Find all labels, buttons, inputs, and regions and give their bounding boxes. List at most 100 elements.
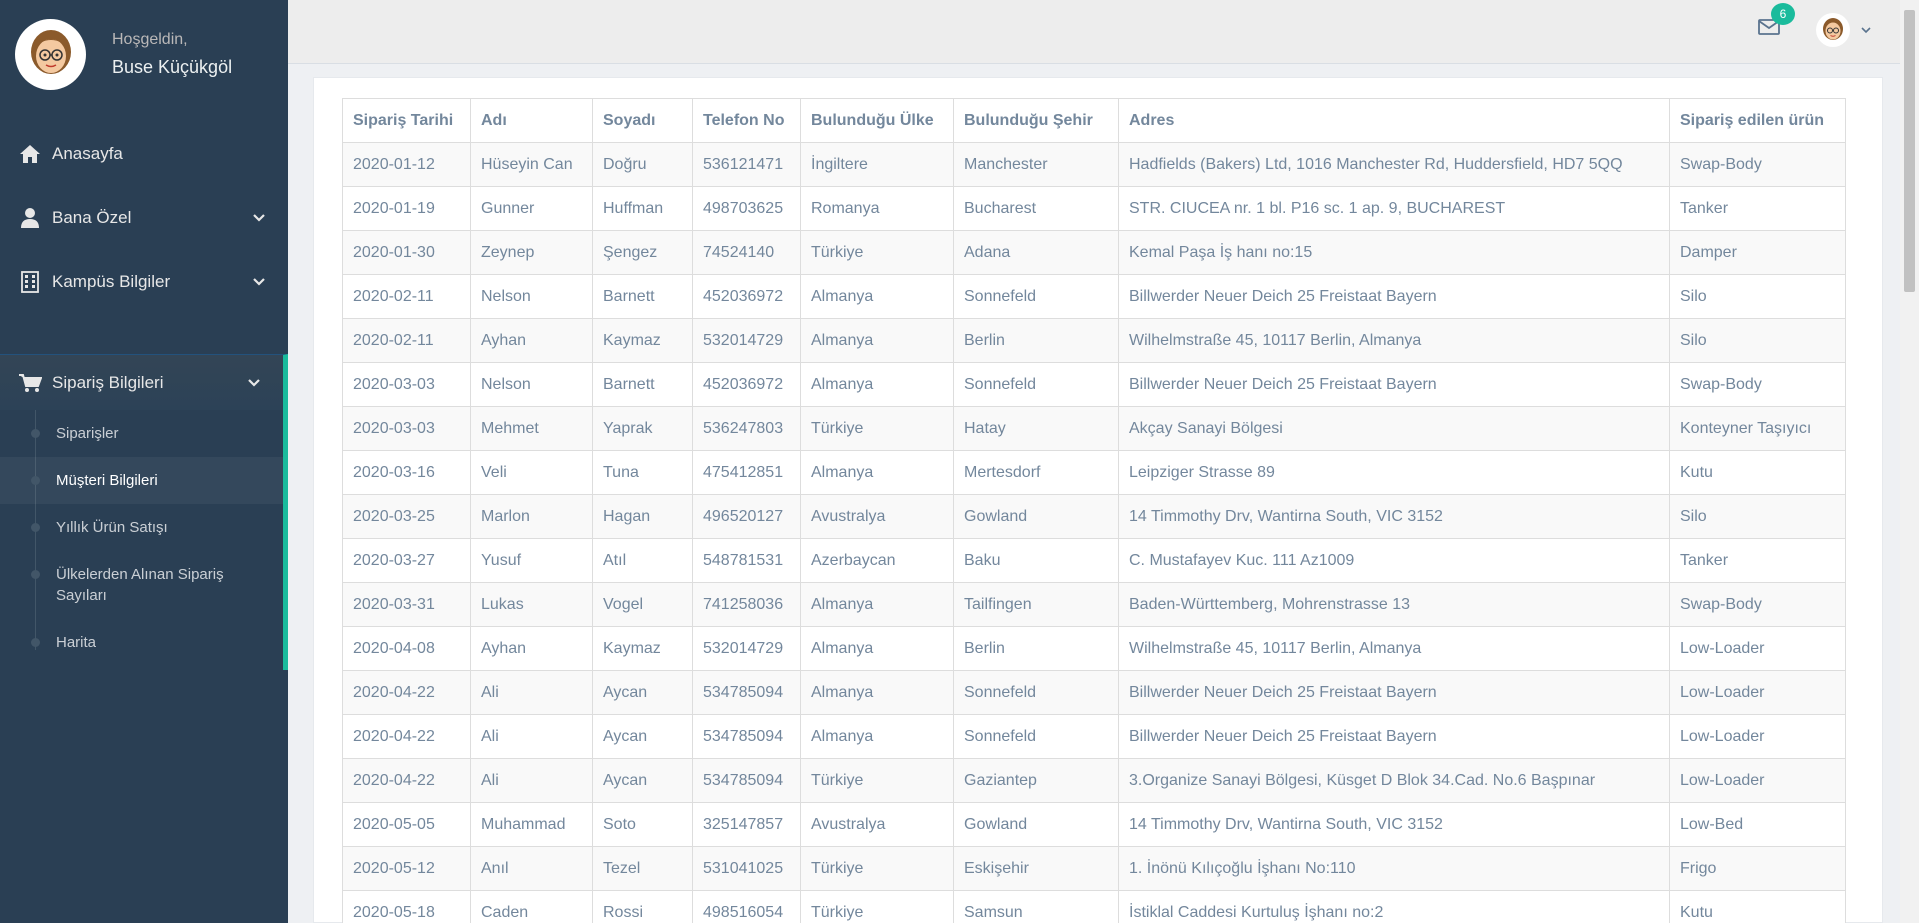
cell-last-name: Soto [592, 802, 693, 847]
table-row: 2020-03-25 Marlon Hagan 496520127 Avustralya… [342, 494, 1846, 539]
cell-last-name: Huffman [592, 186, 693, 231]
cell-phone: 452036972 [692, 274, 801, 319]
cell-phone: 536121471 [692, 142, 801, 187]
content-panel: Sipariş Tarihi Adı Soyadı Telefon No Bul… [313, 77, 1883, 923]
cell-last-name: Hagan [592, 494, 693, 539]
cell-address: 3.Organize Sanayi Bölgesi, Küsget D Blok… [1118, 758, 1670, 803]
column-header-order-date[interactable]: Sipariş Tarihi [342, 98, 471, 143]
column-header-city[interactable]: Bulunduğu Şehir [953, 98, 1119, 143]
cell-address: Wilhelmstraße 45, 10117 Berlin, Almanya [1118, 318, 1670, 363]
cell-first-name: Marlon [470, 494, 593, 539]
chevron-down-icon [252, 274, 266, 295]
cell-order-date: 2020-04-22 [342, 714, 471, 759]
user-menu-avatar[interactable] [1816, 13, 1850, 47]
cell-order-date: 2020-03-25 [342, 494, 471, 539]
cell-phone: 74524140 [692, 230, 801, 275]
table-row: 2020-02-11 Ayhan Kaymaz 532014729 Almanya Ber… [342, 318, 1846, 363]
shopping-cart-icon [18, 371, 42, 395]
cell-country: Almanya [800, 582, 954, 627]
menu-item-campus[interactable]: Kampüs Bilgiler [0, 250, 288, 314]
column-header-address[interactable]: Adres [1118, 98, 1670, 143]
table-row: 2020-05-18 Caden Rossi 498516054 Türkiye Sams… [342, 890, 1846, 923]
cell-city: Eskişehir [953, 846, 1119, 891]
avatar[interactable] [15, 18, 86, 90]
cell-phone: 548781531 [692, 538, 801, 583]
table-row: 2020-02-11 Nelson Barnett 452036972 Almanya S… [342, 274, 1846, 319]
cell-order-date: 2020-05-18 [342, 890, 471, 923]
table-row: 2020-04-22 Ali Aycan 534785094 Almanya Sonnef… [342, 714, 1846, 759]
cell-phone: 532014729 [692, 318, 801, 363]
cell-product: Swap-Body [1669, 582, 1846, 627]
column-header-phone[interactable]: Telefon No [692, 98, 801, 143]
cell-last-name: Tuna [592, 450, 693, 495]
cell-last-name: Şengez [592, 230, 693, 275]
cell-address: Billwerder Neuer Deich 25 Freistaat Baye… [1118, 714, 1670, 759]
cell-first-name: Hüseyin Can [470, 142, 593, 187]
cell-city: Samsun [953, 890, 1119, 923]
cell-country: Almanya [800, 362, 954, 407]
cell-first-name: Caden [470, 890, 593, 923]
cell-country: Avustralya [800, 802, 954, 847]
table-row: 2020-03-27 Yusuf Atıl 548781531 Azerbaycan Ba… [342, 538, 1846, 583]
menu-item-label: Anasayfa [52, 144, 123, 163]
cell-city: Adana [953, 230, 1119, 275]
table-row: 2020-04-22 Ali Aycan 534785094 Almanya Sonnef… [342, 670, 1846, 715]
cell-address: Billwerder Neuer Deich 25 Freistaat Baye… [1118, 670, 1670, 715]
chevron-down-icon[interactable] [1860, 22, 1872, 40]
cell-first-name: Nelson [470, 274, 593, 319]
cell-last-name: Yaprak [592, 406, 693, 451]
column-header-first-name[interactable]: Adı [470, 98, 593, 143]
cell-phone: 452036972 [692, 362, 801, 407]
table-row: 2020-04-22 Ali Aycan 534785094 Türkiye Gazian… [342, 758, 1846, 803]
table-body: 2020-01-12 Hüseyin Can Doğru 536121471 İngil… [342, 142, 1846, 923]
cell-phone: 531041025 [692, 846, 801, 891]
cell-phone: 534785094 [692, 758, 801, 803]
cell-address: Baden-Württemberg, Mohrenstrasse 13 [1118, 582, 1670, 627]
column-header-product[interactable]: Sipariş edilen ürün [1669, 98, 1846, 143]
cell-address: Wilhelmstraße 45, 10117 Berlin, Almanya [1118, 626, 1670, 671]
cell-phone: 532014729 [692, 626, 801, 671]
submenu-item-map[interactable]: Harita [0, 619, 283, 666]
cell-first-name: Yusuf [470, 538, 593, 583]
scrollbar-thumb[interactable] [1904, 10, 1915, 292]
cell-city: Gowland [953, 494, 1119, 539]
cell-first-name: Ali [470, 670, 593, 715]
submenu-item-country-orders[interactable]: Ülkelerden Alınan Sipariş Sayıları [0, 551, 283, 619]
cell-address: 1. İnönü Kılıçoğlu İşhanı No:110 [1118, 846, 1670, 891]
welcome-text: Hoşgeldin, [112, 30, 188, 48]
cell-address: Billwerder Neuer Deich 25 Freistaat Baye… [1118, 362, 1670, 407]
user-name: Buse Küçükgöl [112, 56, 233, 77]
cell-first-name: Gunner [470, 186, 593, 231]
cell-country: Türkiye [800, 758, 954, 803]
table-row: 2020-04-08 Ayhan Kaymaz 532014729 Almanya Ber… [342, 626, 1846, 671]
cell-order-date: 2020-04-22 [342, 670, 471, 715]
side-menu: Anasayfa Bana Özel Kampüs Bilgiler Sipar… [0, 122, 288, 670]
cell-product: Tanker [1669, 186, 1846, 231]
cell-phone: 496520127 [692, 494, 801, 539]
cell-phone: 325147857 [692, 802, 801, 847]
menu-item-personal[interactable]: Bana Özel [0, 186, 288, 250]
menu-item-orders[interactable]: Sipariş Bilgileri [0, 354, 288, 410]
cell-phone: 741258036 [692, 582, 801, 627]
table-header-row: Sipariş Tarihi Adı Soyadı Telefon No Bul… [342, 98, 1846, 143]
table-row: 2020-03-31 Lukas Vogel 741258036 Almanya Tail… [342, 582, 1846, 627]
cell-address: İstiklal Caddesi Kurtuluş İşhanı no:2 [1118, 890, 1670, 923]
cell-country: Almanya [800, 670, 954, 715]
submenu-item-orders[interactable]: Siparişler [0, 410, 283, 457]
cell-first-name: Lukas [470, 582, 593, 627]
menu-item-label: Sipariş Bilgileri [52, 372, 164, 392]
cell-country: İngiltere [800, 142, 954, 187]
submenu-item-yearly-sales[interactable]: Yıllık Ürün Satışı [0, 504, 283, 551]
cell-city: Manchester [953, 142, 1119, 187]
cell-city: Sonnefeld [953, 714, 1119, 759]
cell-last-name: Doğru [592, 142, 693, 187]
sidebar: Hoşgeldin, Buse Küçükgöl Anasayfa Bana Ö… [0, 0, 288, 923]
column-header-country[interactable]: Bulunduğu Ülke [800, 98, 954, 143]
submenu-item-customers[interactable]: Müşteri Bilgileri [0, 457, 283, 504]
cell-address: 14 Timmothy Drv, Wantirna South, VIC 315… [1118, 802, 1670, 847]
column-header-last-name[interactable]: Soyadı [592, 98, 693, 143]
cell-address: C. Mustafayev Kuc. 111 Az1009 [1118, 538, 1670, 583]
cell-last-name: Aycan [592, 758, 693, 803]
customers-table: Sipariş Tarihi Adı Soyadı Telefon No Bul… [342, 98, 1846, 923]
menu-item-home[interactable]: Anasayfa [0, 122, 288, 186]
